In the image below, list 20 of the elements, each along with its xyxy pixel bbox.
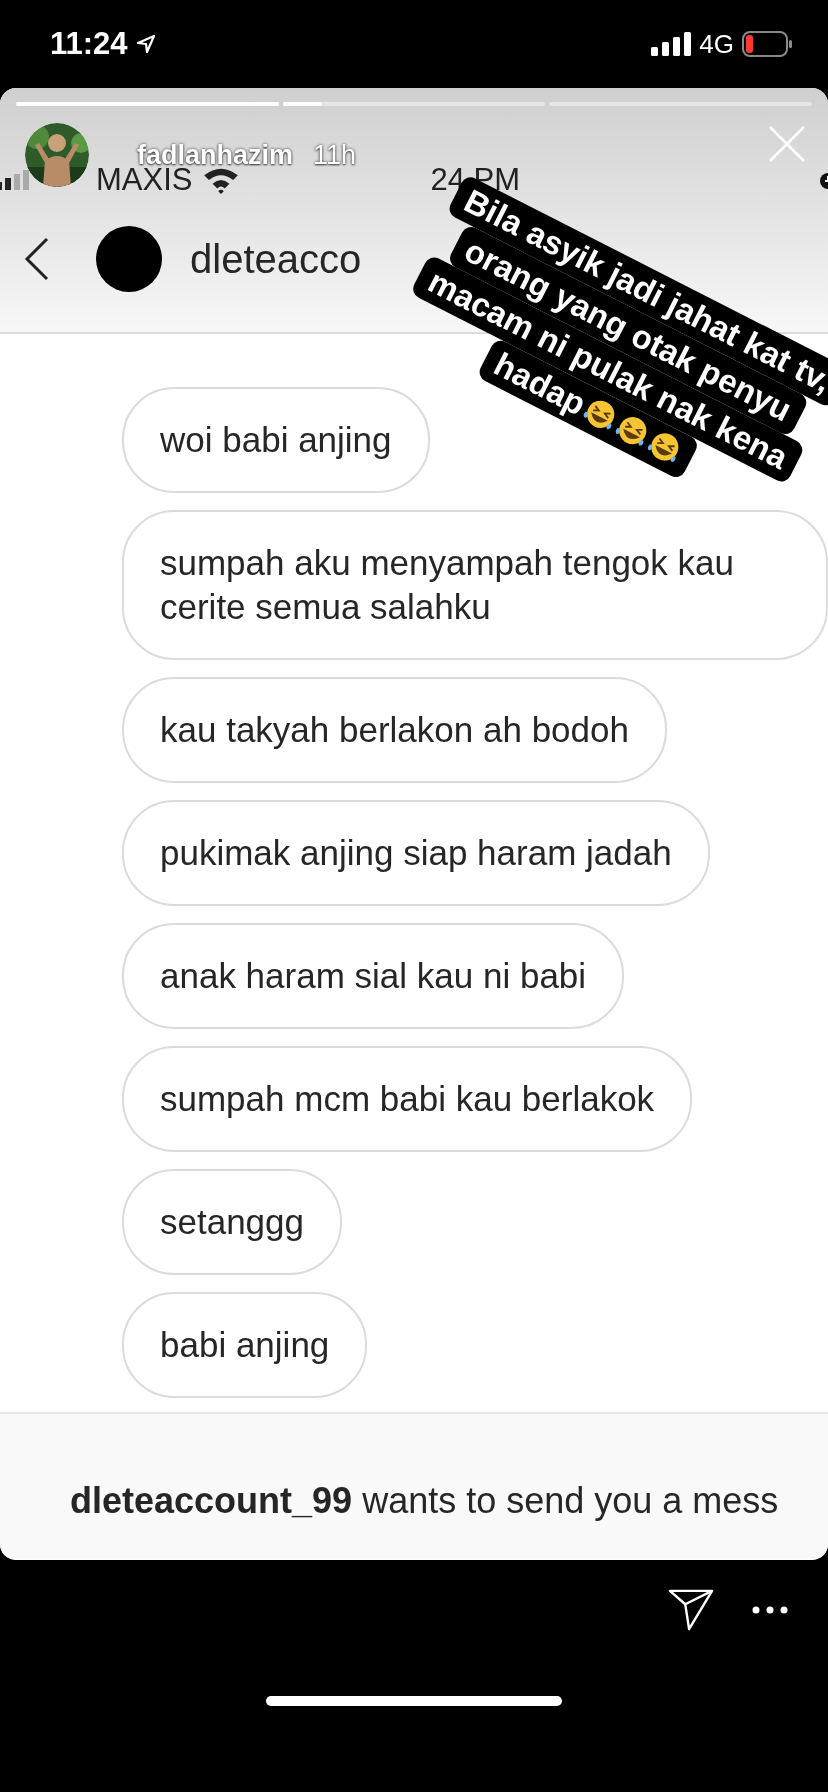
more-icon[interactable] — [752, 1606, 788, 1614]
battery-icon — [742, 31, 792, 57]
signal-icon — [651, 32, 692, 56]
message-bubble: setanggg — [122, 1169, 343, 1275]
message-bubble: kau takyah berlakon ah bodoh — [122, 677, 667, 783]
back-icon[interactable] — [24, 237, 50, 281]
message-bubble: anak haram sial kau ni babi — [122, 923, 625, 1029]
message-bubble: sumpah mcm babi kau berlakok — [122, 1046, 693, 1152]
message-bubble: pukimak anjing siap haram jadah — [122, 800, 710, 906]
message-bubble: woi babi anjing — [122, 387, 430, 493]
location-arrow-icon — [135, 34, 156, 54]
status-time: 11:24 — [50, 26, 128, 62]
network-type: 4G — [699, 28, 734, 60]
message-bubble: babi anjing — [122, 1292, 368, 1398]
send-icon[interactable] — [668, 1588, 714, 1632]
message-bubble: sumpah aku menyampah tengok kau cerite semua salahku — [122, 510, 828, 660]
wifi-icon — [202, 166, 241, 194]
chat-username: dleteacco — [190, 236, 362, 282]
story-age: 11h — [313, 139, 357, 171]
message-request-text: dleteaccount_99 wants to send you a mess — [70, 1480, 779, 1521]
